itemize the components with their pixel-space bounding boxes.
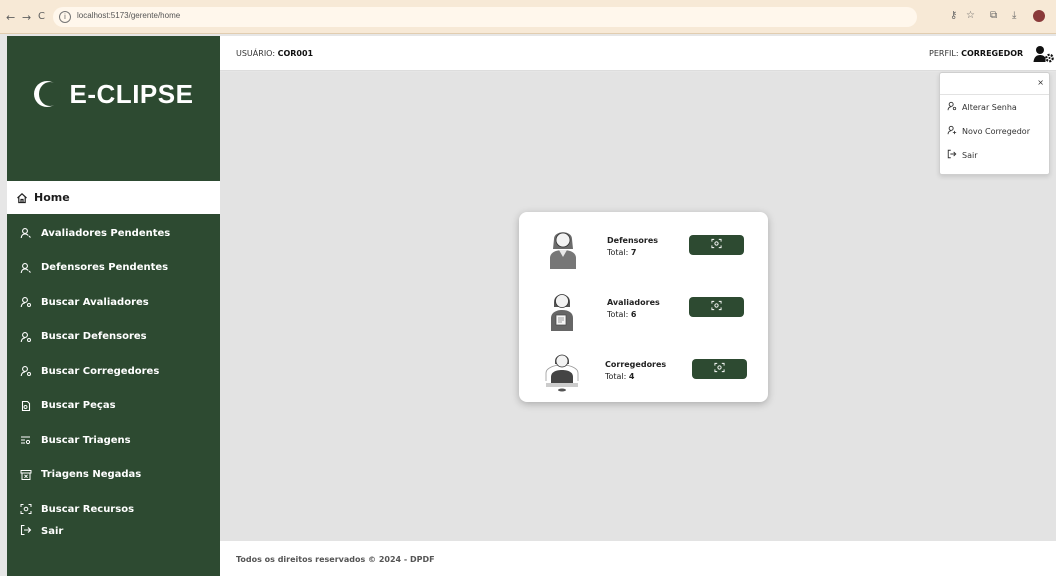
user-key-icon	[946, 101, 958, 114]
profile-avatar-icon[interactable]	[1033, 10, 1045, 22]
row-title: Defensores	[607, 236, 659, 245]
row-total: Total: 7	[607, 248, 637, 257]
bookmark-star-icon[interactable]: ☆	[966, 11, 975, 21]
user-plus-icon	[946, 125, 958, 138]
sidebar-item-label: Home	[34, 191, 70, 204]
sidebar-item-buscar-avaliadores[interactable]: Buscar Avaliadores	[7, 285, 220, 320]
total-value: 4	[628, 372, 635, 381]
sidebar-nav: Avaliadores Pendentes Defensores Pendent…	[7, 216, 220, 527]
total-label: Total:	[605, 372, 629, 381]
sidebar-item-defensores-pendentes[interactable]: Defensores Pendentes	[7, 251, 220, 286]
logout-icon	[946, 149, 958, 162]
sidebar: E-CLIPSE Home Avaliadores Pendentes Defe…	[7, 36, 220, 576]
sidebar-item-label: Sair	[41, 525, 64, 537]
reload-button[interactable]: C	[38, 12, 45, 22]
user-value: COR001	[277, 49, 314, 58]
eclipse-logo-icon	[33, 81, 61, 107]
password-key-icon[interactable]: ⚷	[950, 11, 957, 21]
sidebar-item-label: Buscar Triagens	[41, 434, 131, 446]
main-content: Defensores Total: 7 Avaliadores Total: 6	[220, 72, 1056, 541]
scan-icon	[714, 362, 725, 376]
forward-button[interactable]: →	[22, 12, 31, 23]
sidebar-item-label: Buscar Avaliadores	[41, 296, 149, 308]
download-icon[interactable]: ⤓	[1012, 11, 1016, 21]
row-total: Total: 4	[605, 372, 635, 381]
total-label: Total:	[607, 310, 631, 319]
address-bar[interactable]: i localhost:5173/gerente/home	[53, 7, 917, 27]
sidebar-item-label: Defensores Pendentes	[41, 262, 169, 274]
list-search-icon	[19, 433, 33, 447]
extensions-icon[interactable]: ⧉	[990, 11, 997, 21]
perfil-value: CORREGEDOR	[961, 49, 1024, 58]
sidebar-item-buscar-defensores[interactable]: Buscar Defensores	[7, 320, 220, 355]
dropdown-header: ×	[940, 73, 1049, 95]
view-corregedores-button[interactable]	[692, 359, 747, 379]
sidebar-item-label: Triagens Negadas	[41, 469, 142, 481]
row-total: Total: 6	[607, 310, 637, 319]
corregedor-avatar-icon	[542, 349, 584, 393]
user-search-icon	[19, 295, 33, 309]
view-defensores-button[interactable]	[689, 235, 744, 255]
sidebar-item-buscar-pecas[interactable]: Buscar Peças	[7, 389, 220, 424]
user-icon	[19, 226, 33, 240]
home-icon	[15, 191, 28, 204]
logout-icon	[19, 524, 33, 539]
sidebar-item-label: Buscar Corregedores	[41, 365, 160, 377]
sidebar-item-avaliadores-pendentes[interactable]: Avaliadores Pendentes	[7, 216, 220, 251]
perfil-label: PERFIL:	[929, 49, 962, 58]
browser-toolbar: ← → C i localhost:5173/gerente/home ⚷ ☆ …	[0, 0, 1056, 34]
row-title: Avaliadores	[607, 298, 660, 307]
scan-icon	[711, 238, 722, 252]
scan-icon	[711, 300, 722, 314]
total-label: Total:	[607, 248, 631, 257]
profile-dropdown: × Alterar Senha Novo Corregedor Sair	[939, 72, 1050, 175]
total-value: 6	[630, 310, 637, 319]
dropdown-item-label: Alterar Senha	[962, 102, 1017, 112]
dropdown-item-novo-corregedor[interactable]: Novo Corregedor	[940, 119, 1049, 143]
site-info-icon[interactable]: i	[59, 11, 71, 23]
user-label: USUÁRIO:	[236, 49, 278, 58]
top-header: USUÁRIO: COR001 PERFIL: CORREGEDOR	[220, 36, 1056, 71]
address-text[interactable]: localhost:5173/gerente/home	[77, 11, 180, 20]
summary-row-corregedores: Corregedores Total: 4	[519, 346, 768, 396]
sidebar-item-sair[interactable]: Sair	[7, 516, 220, 546]
defensor-avatar-icon	[542, 225, 584, 269]
summary-card: Defensores Total: 7 Avaliadores Total: 6	[519, 212, 768, 402]
sidebar-item-label: Buscar Recursos	[41, 503, 135, 515]
dropdown-item-alterar-senha[interactable]: Alterar Senha	[940, 95, 1049, 119]
sidebar-item-home[interactable]: Home	[7, 181, 220, 214]
perfil-info: PERFIL: CORREGEDOR	[929, 49, 1023, 58]
sidebar-item-buscar-triagens[interactable]: Buscar Triagens	[7, 423, 220, 458]
logo-text: E-CLIPSE	[69, 78, 194, 109]
user-icon	[19, 261, 33, 275]
view-avaliadores-button[interactable]	[689, 297, 744, 317]
archive-x-icon	[19, 468, 33, 482]
total-value: 7	[630, 248, 637, 257]
user-settings-icon[interactable]	[1033, 45, 1055, 63]
sidebar-item-label: Buscar Defensores	[41, 331, 147, 343]
avaliador-avatar-icon	[542, 287, 584, 331]
user-info: USUÁRIO: COR001	[236, 49, 313, 58]
dropdown-item-label: Novo Corregedor	[962, 126, 1030, 136]
user-search-icon	[19, 330, 33, 344]
sidebar-item-buscar-corregedores[interactable]: Buscar Corregedores	[7, 354, 220, 389]
back-button[interactable]: ←	[6, 12, 15, 23]
dropdown-item-sair[interactable]: Sair	[940, 143, 1049, 167]
sidebar-item-label: Buscar Peças	[41, 400, 116, 412]
row-title: Corregedores	[605, 360, 667, 369]
app-logo: E-CLIPSE	[7, 36, 220, 152]
dropdown-item-label: Sair	[962, 150, 978, 160]
sidebar-item-triagens-negadas[interactable]: Triagens Negadas	[7, 458, 220, 493]
scan-icon	[19, 502, 33, 516]
footer: Todos os direitos reservados © 2024 - DP…	[220, 541, 1056, 576]
close-icon[interactable]: ×	[1037, 78, 1044, 87]
summary-row-avaliadores: Avaliadores Total: 6	[519, 284, 768, 334]
user-search-icon	[19, 364, 33, 378]
sidebar-item-label: Avaliadores Pendentes	[41, 227, 171, 239]
summary-row-defensores: Defensores Total: 7	[519, 222, 768, 272]
footer-text: Todos os direitos reservados © 2024 - DP…	[236, 555, 435, 564]
file-icon	[19, 399, 33, 413]
